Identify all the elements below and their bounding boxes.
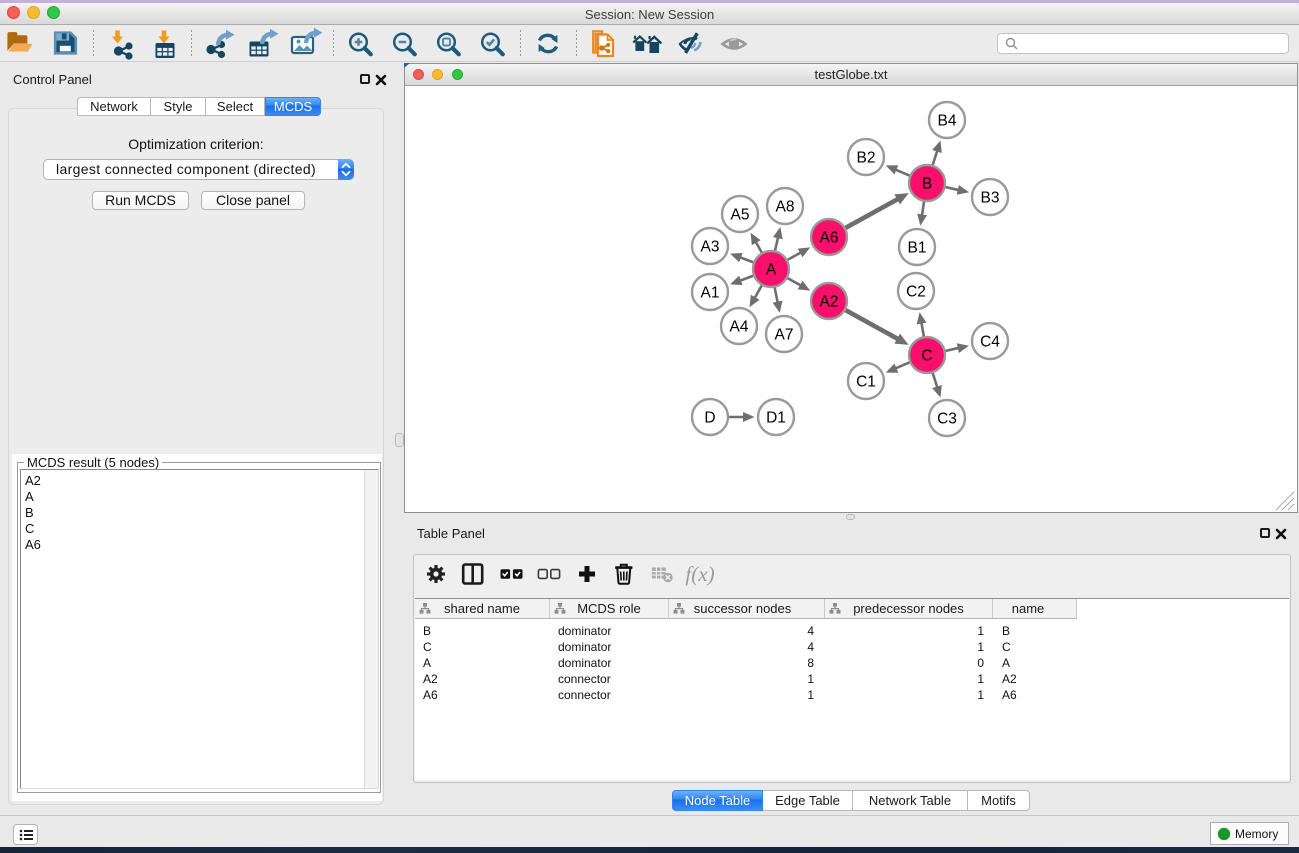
svg-text:A2: A2 [820, 294, 839, 311]
svg-text:C4: C4 [980, 334, 1000, 351]
svg-text:C2: C2 [906, 284, 926, 301]
svg-text:A5: A5 [731, 207, 750, 224]
svg-text:A8: A8 [776, 199, 795, 216]
svg-text:A3: A3 [701, 239, 720, 256]
svg-text:D1: D1 [766, 410, 786, 427]
svg-text:A6: A6 [820, 230, 839, 247]
svg-text:B3: B3 [981, 190, 1000, 207]
svg-text:C1: C1 [856, 374, 876, 391]
svg-text:D: D [704, 410, 715, 427]
svg-text:B: B [922, 176, 932, 193]
svg-text:A4: A4 [730, 319, 749, 336]
svg-text:f(x): f(x) [685, 562, 714, 586]
svg-text:B2: B2 [857, 150, 876, 167]
svg-text:B4: B4 [938, 113, 957, 130]
svg-text:A: A [766, 262, 777, 279]
svg-text:C3: C3 [937, 411, 957, 428]
svg-text:B1: B1 [908, 240, 927, 257]
svg-text:A1: A1 [701, 285, 720, 302]
svg-text:A7: A7 [775, 327, 794, 344]
svg-text:C: C [921, 348, 932, 365]
